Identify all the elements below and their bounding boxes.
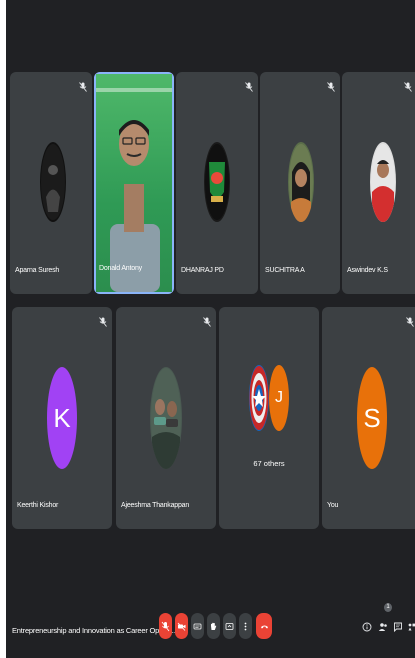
camera-off-icon: [177, 622, 186, 631]
participant-video: [96, 74, 172, 292]
participant-tile-ajeeshma[interactable]: Ajeeshma Thankappan: [116, 307, 216, 529]
mic-off-icon: [245, 82, 253, 92]
camera-toggle-button[interactable]: [175, 613, 188, 639]
mic-off-icon: [161, 621, 170, 631]
present-icon: [225, 622, 234, 630]
participant-name: Keerthi Kishor: [17, 502, 59, 509]
avatar-letter: J: [269, 365, 289, 431]
avatar: [150, 367, 182, 469]
info-icon[interactable]: [362, 621, 372, 633]
mic-off-icon: [327, 82, 335, 92]
participant-tile-aswindev[interactable]: Aswindev K.S: [342, 72, 415, 294]
meeting-window: Aparna Suresh Donald Antony DHANRAJ PD S…: [6, 0, 415, 658]
participant-name: Aswindev K.S: [347, 267, 388, 274]
captions-button[interactable]: [191, 613, 204, 639]
end-call-icon: [260, 625, 268, 628]
others-tile[interactable]: J 67 others: [219, 307, 319, 529]
participant-tile-donald[interactable]: Donald Antony: [94, 72, 174, 294]
avatar: [370, 142, 396, 222]
participant-name: Donald Antony: [99, 265, 142, 272]
mic-off-icon: [406, 317, 414, 327]
present-button[interactable]: [223, 613, 236, 639]
mic-off-icon: [79, 82, 87, 92]
participant-tile-keerthi[interactable]: K Keerthi Kishor: [12, 307, 112, 529]
participant-tile-you[interactable]: S You: [322, 307, 415, 529]
others-count: 67 others: [253, 459, 285, 468]
participant-tile-aparna[interactable]: Aparna Suresh: [10, 72, 92, 294]
avatar: [40, 142, 66, 222]
people-icon[interactable]: [378, 621, 388, 633]
chat-icon[interactable]: [393, 621, 403, 633]
participant-name: You: [327, 502, 339, 509]
mic-off-icon: [404, 82, 412, 92]
participant-tile-dhanraj[interactable]: DHANRAJ PD: [176, 72, 258, 294]
raise-hand-icon: [211, 622, 217, 630]
activities-icon[interactable]: [407, 621, 415, 633]
end-call-button[interactable]: [256, 613, 272, 639]
mic-toggle-button[interactable]: [159, 613, 172, 639]
mic-off-icon: [99, 317, 107, 327]
more-options-button[interactable]: [239, 613, 252, 639]
avatar: [288, 142, 314, 222]
participant-name: DHANRAJ PD: [181, 267, 224, 274]
avatar-letter: S: [357, 367, 387, 469]
raise-hand-button[interactable]: [207, 613, 220, 639]
captain-america-avatar: [249, 365, 269, 431]
avatar: [204, 142, 230, 222]
captions-icon: [193, 623, 202, 629]
participant-name: SUCHITRA A: [265, 267, 305, 274]
participant-name: Aparna Suresh: [15, 267, 60, 274]
avatar-letter: K: [47, 367, 77, 469]
participant-tile-suchitra[interactable]: SUCHITRA A: [260, 72, 340, 294]
participant-name: Ajeeshma Thankappan: [121, 502, 190, 509]
mic-off-icon: [203, 317, 211, 327]
hand-count-badge: 1: [384, 603, 392, 612]
more-vert-icon: [244, 622, 247, 630]
meeting-title: Entrepreneurship and Innovation as Caree…: [12, 626, 177, 635]
